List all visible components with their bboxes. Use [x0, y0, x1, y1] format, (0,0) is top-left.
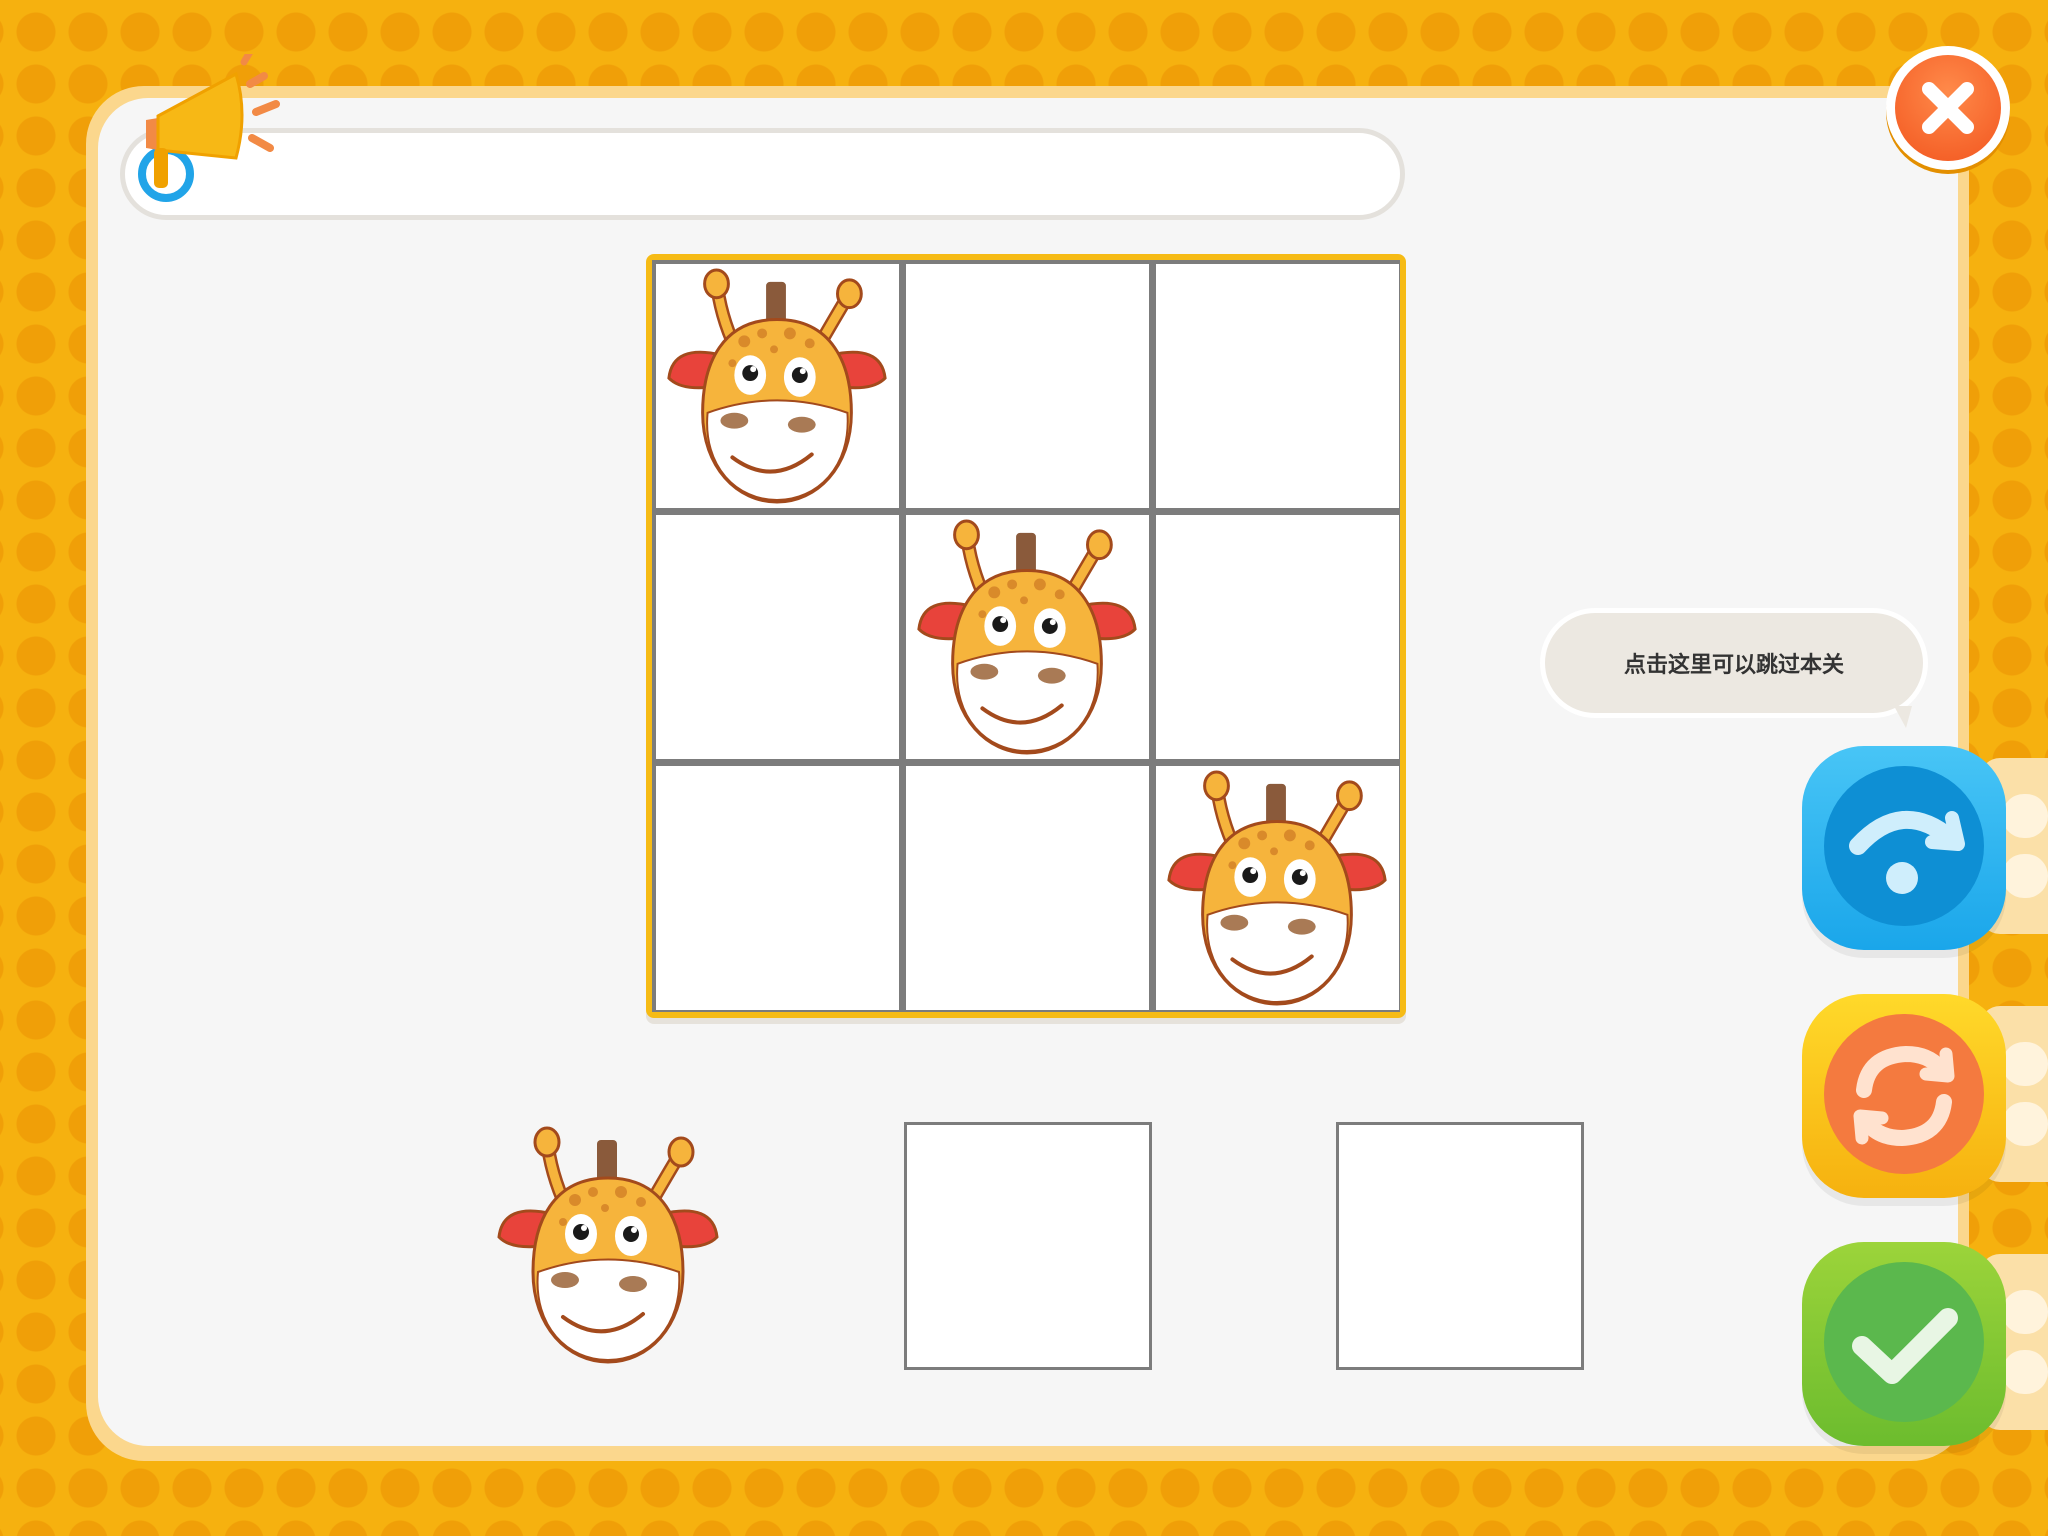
- board-cell-1-1[interactable]: [656, 264, 899, 508]
- giraffe-icon: [912, 515, 1142, 755]
- refresh-icon: [1853, 1045, 1955, 1147]
- megaphone-icon[interactable]: [124, 48, 304, 214]
- board-cell-2-1[interactable]: [656, 515, 899, 759]
- skip-button[interactable]: [1802, 746, 2006, 950]
- option-giraffe[interactable]: [492, 1122, 724, 1364]
- giraffe-icon: [662, 264, 892, 504]
- board-cell-3-3[interactable]: [1156, 766, 1399, 1010]
- submit-button[interactable]: [1802, 1242, 2006, 1446]
- board-cell-2-3[interactable]: [1156, 515, 1399, 759]
- skip-icon: [1849, 810, 1965, 894]
- skip-hint-text: 点击这里可以跳过本关: [1623, 653, 1844, 678]
- skip-hint-tooltip: 点击这里可以跳过本关: [1540, 608, 1928, 718]
- giraffe-icon: [1162, 766, 1392, 1006]
- puzzle-board: [646, 254, 1406, 1018]
- giraffe-icon: [492, 1122, 724, 1364]
- board-cell-1-3[interactable]: [1156, 264, 1399, 508]
- board-cell-2-2[interactable]: [906, 515, 1149, 759]
- board-cell-3-1[interactable]: [656, 766, 899, 1010]
- close-icon: [1895, 55, 2001, 161]
- prompt-bar: [120, 128, 1405, 220]
- answer-slot-2[interactable]: [1336, 1122, 1584, 1370]
- refresh-button[interactable]: [1802, 994, 2006, 1198]
- close-button[interactable]: [1886, 46, 2010, 170]
- check-icon: [1852, 1308, 1958, 1384]
- answer-slot-1[interactable]: [904, 1122, 1152, 1370]
- board-cell-1-2[interactable]: [906, 264, 1149, 508]
- board-cell-3-2[interactable]: [906, 766, 1149, 1010]
- tooltip-tail: [1894, 706, 1912, 728]
- puzzle-grid: [652, 260, 1400, 1012]
